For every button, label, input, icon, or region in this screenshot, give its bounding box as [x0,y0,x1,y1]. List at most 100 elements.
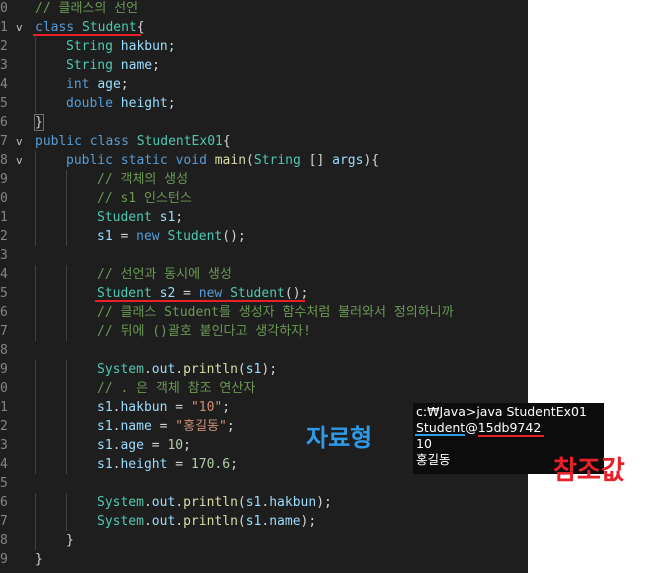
code-token: // 뒤에 ()괄호 붙인다고 생각하자! [97,324,311,339]
code-line[interactable]: 6} [0,113,528,132]
code-line[interactable]: 1 Student s1; [0,208,528,227]
code-line[interactable]: 6 // 클래스 Student를 생성자 함수처럼 불러와서 정의하니까 [0,303,528,322]
code-token: // s1 인스턴스 [97,191,192,206]
code-line[interactable]: 9} [0,550,528,569]
code-line[interactable]: 7 v public class StudentEx01{ [0,132,528,151]
line-number: 8 [0,343,8,358]
code-line[interactable]: 0 // s1 인스턴스 [0,189,528,208]
code-token: ; [230,457,238,472]
code-text: int age; [66,75,129,94]
line-number: 4 [0,77,8,92]
code-token: ){ [363,153,380,168]
code-token: public [66,153,113,168]
code-token: [] [300,153,333,168]
code-token: ; [183,438,191,453]
code-token: class [35,20,75,35]
code-token: { [222,134,231,149]
code-token: new [136,229,160,244]
code-token: new [198,286,223,301]
fold-chevron-icon[interactable]: v [16,132,30,151]
indent-guide [66,417,67,436]
code-token: main [214,153,247,168]
code-text: public static void main(String [] args){ [66,151,379,170]
code-token: String [66,39,113,54]
code-token: name [269,514,301,529]
line-number: 2 [0,229,8,244]
code-token: ( [237,362,246,377]
console-line-name: 홍길동 [416,452,451,467]
code-token: public [35,134,82,149]
data-type-underline [415,434,465,436]
indent-guide [35,455,36,474]
line-number: 5 [0,476,8,491]
code-line[interactable]: 3 String name; [0,56,528,75]
line-number: 9 [0,362,8,377]
code-line[interactable]: 6 System.out.println(s1.hakbun); [0,493,528,512]
code-text: System.out.println(s1.hakbun); [97,493,332,512]
code-line[interactable]: 5 [0,474,528,493]
code-text: // s1 인스턴스 [97,189,192,208]
code-line[interactable]: 4 // 선언과 동시에 생성 [0,265,528,284]
indent-guide [35,56,36,75]
fold-chevron-icon[interactable]: v [16,151,30,170]
indent-guide [66,303,67,322]
code-line[interactable]: 2 s1 = new Student(); [0,227,528,246]
code-line[interactable]: 9 // 객체의 생성 [0,170,528,189]
code-token: s1 [97,419,113,434]
line-number: 2 [0,39,8,54]
code-token: } [66,533,74,548]
code-line[interactable]: 7 System.out.println(s1.name); [0,512,528,531]
indent-guide [66,284,67,303]
indent-guide [66,189,67,208]
indent-guide [66,265,67,284]
code-line[interactable]: 0 // . 은 객체 참조 연산자 [0,379,528,398]
code-token: out [151,495,176,510]
indent-guide [35,37,36,56]
indent-guide [66,455,67,474]
code-token: 170.6 [190,457,231,472]
code-token: println [183,362,238,377]
line-number: 2 [0,419,8,434]
indent-guide [35,398,36,417]
code-line[interactable]: 8} [0,531,528,550]
code-token: = [112,229,137,244]
code-text: String hakbun; [66,37,176,56]
code-line[interactable]: 7 // 뒤에 ()괄호 붙인다고 생각하자! [0,322,528,341]
code-token: s1 [97,400,113,415]
code-line[interactable]: 8 v public static void main(String [] args… [0,151,528,170]
line-number: 0 [0,1,8,16]
fold-chevron-icon[interactable]: v [16,18,30,37]
reference-value-underline [478,435,544,437]
code-text: Student s1; [97,208,183,227]
code-line[interactable]: 8 [0,341,528,360]
code-line[interactable]: 5 double height; [0,94,528,113]
code-token: String [253,153,301,168]
line-number: 1 [0,210,8,225]
code-token: 10 [167,438,184,453]
code-text: // 선언과 동시에 생성 [97,265,232,284]
indent-guide [35,284,36,303]
code-token: ; [152,58,160,73]
code-line[interactable]: 4 int age; [0,75,528,94]
code-token: println [183,514,238,529]
code-token: ); [316,495,332,510]
code-text: s1.height = 170.6; [97,455,238,474]
code-editor[interactable]: 0// 클래스의 선언 1 v class Student{2 String hakbu… [0,0,528,573]
code-line[interactable]: 2 String hakbun; [0,37,528,56]
code-token: Student [81,20,137,35]
code-line[interactable]: 0 // 클래스의 선언 [0,0,528,18]
code-line[interactable]: 9 System.out.println(s1); [0,360,528,379]
code-token: System [97,495,144,510]
indent-guide [66,493,67,512]
code-token: ; [222,400,231,415]
line-number: 6 [0,115,8,130]
code-token: (); [222,229,246,244]
code-token: "10" [190,400,223,415]
indent-guide [35,360,36,379]
code-line[interactable]: 3 [0,246,528,265]
line-number: 1 [0,400,8,415]
code-token: age [120,438,144,453]
line-number: 8 [0,533,8,548]
code-token: name [120,58,153,73]
